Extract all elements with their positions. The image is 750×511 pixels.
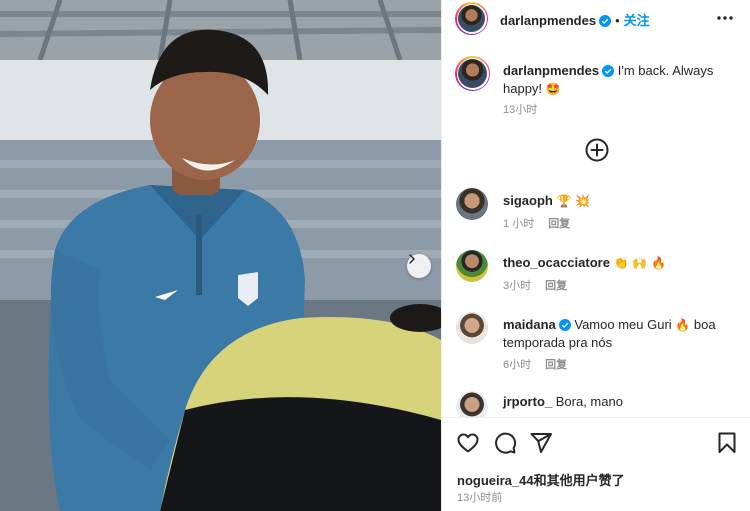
post-photo <box>0 0 441 511</box>
commenter-avatar[interactable] <box>456 312 488 344</box>
caption-time: 13小时 <box>503 104 538 116</box>
comment-time: 6小时 <box>503 359 532 371</box>
caption-username[interactable]: darlanpmendes <box>503 63 599 78</box>
share-icon[interactable] <box>529 431 553 455</box>
comment-icon[interactable] <box>493 431 517 455</box>
add-circle-icon[interactable] <box>584 137 610 163</box>
commenter-username[interactable]: jrporto_ <box>503 394 552 409</box>
comment-text: Bora, mano <box>555 394 623 409</box>
comment-emoji: 👏 🙌 🔥 <box>613 256 667 270</box>
separator-dot: • <box>615 13 620 28</box>
comment-item: jrporto_ Bora, mano <box>455 391 745 417</box>
comment-emoji: 🏆 💥 <box>556 194 591 208</box>
post-timestamp: 13小时前 <box>457 492 503 504</box>
verified-badge-icon <box>558 319 571 331</box>
next-photo-button[interactable] <box>407 254 431 278</box>
author-username[interactable]: darlanpmendes <box>500 13 596 28</box>
commenter-username[interactable]: theo_ocacciatore <box>503 255 610 270</box>
commenter-username[interactable]: maidana <box>503 317 556 332</box>
photo-illustration <box>0 0 441 511</box>
heart-icon[interactable] <box>456 431 480 455</box>
post-header: darlanpmendes • 关注 <box>442 0 750 37</box>
reply-button[interactable]: 回复 <box>548 218 570 230</box>
comment-time: 3小时 <box>503 280 532 292</box>
commenter-username[interactable]: sigaoph <box>503 193 553 208</box>
post-side-panel: darlanpmendes • 关注 darlanpmendes I'm back.… <box>441 0 750 511</box>
commenter-avatar[interactable] <box>456 391 488 417</box>
comment-time: 1 小时 <box>503 218 535 230</box>
commenter-avatar[interactable] <box>456 250 488 282</box>
verified-badge-icon <box>602 65 615 77</box>
more-horizontal-icon[interactable] <box>716 12 734 24</box>
follow-button[interactable]: 关注 <box>624 13 650 28</box>
chevron-right-icon <box>409 254 415 264</box>
verified-badge-icon <box>599 15 612 27</box>
reply-button[interactable]: 回复 <box>545 280 567 292</box>
post-action-bar <box>442 428 750 458</box>
commenter-avatar[interactable] <box>456 188 488 220</box>
comment-text: Vamoo meu Guri <box>574 317 672 332</box>
bookmark-icon[interactable] <box>715 431 739 455</box>
caption-author-avatar[interactable] <box>455 56 490 91</box>
comment-emoji: 🔥 <box>675 318 691 332</box>
actions-divider <box>442 417 750 418</box>
reply-button[interactable]: 回复 <box>545 359 567 371</box>
likes-summary[interactable]: nogueira_44和其他用户赞了 <box>457 470 625 489</box>
caption-emoji: 🤩 <box>545 82 561 96</box>
author-avatar[interactable] <box>455 2 488 35</box>
